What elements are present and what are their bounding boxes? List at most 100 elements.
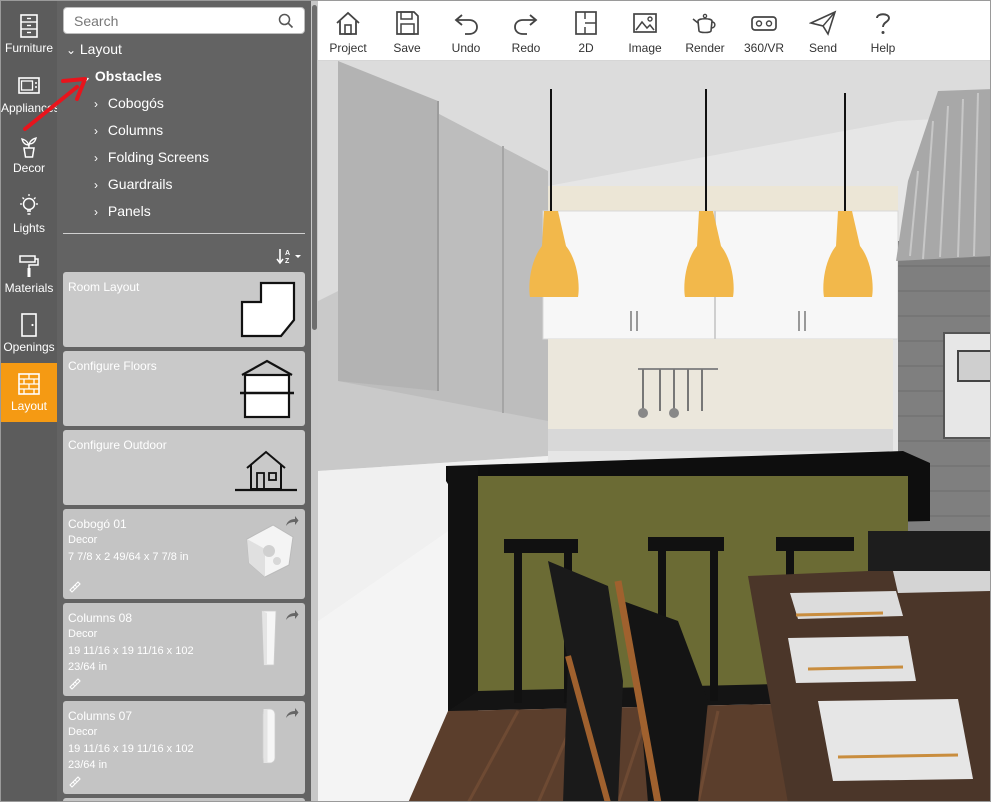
decor-plant-icon bbox=[21, 137, 37, 158]
chevron-right-icon: › bbox=[94, 205, 98, 219]
rail-label: Openings bbox=[3, 340, 55, 354]
toolbar-send-button[interactable]: Send bbox=[795, 7, 851, 57]
question-icon bbox=[876, 13, 890, 34]
toolbar-render-button[interactable]: Render bbox=[677, 7, 733, 57]
search-box[interactable] bbox=[63, 7, 305, 34]
panel-scrollbar[interactable] bbox=[311, 1, 318, 801]
card-configure-outdoor[interactable]: Configure Outdoor bbox=[63, 430, 305, 505]
paint-roller-icon bbox=[19, 255, 39, 277]
rail-item-layout[interactable]: Layout bbox=[1, 363, 57, 422]
chevron-right-icon: › bbox=[94, 97, 98, 111]
tree-item-obstacles[interactable]: ⌄ Obstacles bbox=[81, 68, 162, 84]
floorplan-2d-icon bbox=[575, 11, 597, 35]
card-columns-07[interactable]: Columns 07 Decor 19 11/16 x 19 11/16 x 1… bbox=[63, 701, 305, 794]
card-configure-floors[interactable]: Configure Floors bbox=[63, 351, 305, 426]
redo-icon bbox=[514, 14, 538, 35]
toolbar-redo-button[interactable]: Redo bbox=[498, 7, 554, 57]
tree-item-panels[interactable]: › Panels bbox=[94, 203, 151, 219]
toolbar-2d-button[interactable]: 2D bbox=[558, 7, 614, 57]
chevron-right-icon: › bbox=[94, 124, 98, 138]
cobogo-thumbnail bbox=[246, 524, 294, 578]
paper-plane-icon bbox=[809, 10, 837, 36]
card-room-layout[interactable]: Room Layout bbox=[63, 272, 305, 347]
toolbar-label: Send bbox=[808, 41, 838, 55]
rail-label: Materials bbox=[4, 281, 54, 295]
tree-label: Layout bbox=[79, 41, 122, 57]
rail-label: Layout bbox=[10, 399, 48, 413]
search-input[interactable] bbox=[74, 12, 264, 30]
share-arrow-icon[interactable] bbox=[285, 609, 299, 621]
chevron-down-icon: ⌄ bbox=[66, 43, 77, 57]
tree-item-folding-screens[interactable]: › Folding Screens bbox=[94, 149, 209, 165]
card-title: Columns 07 bbox=[68, 709, 133, 723]
image-icon bbox=[633, 13, 657, 33]
card-dimensions: 19 11/16 x 19 11/16 x 102 23/64 in bbox=[68, 743, 194, 771]
toolbar-label: Undo bbox=[451, 41, 481, 55]
ruler-icon bbox=[69, 678, 81, 690]
teapot-icon bbox=[692, 13, 716, 34]
toolbar-label: Render bbox=[685, 41, 725, 55]
home-icon bbox=[336, 11, 360, 35]
share-arrow-icon[interactable] bbox=[285, 707, 299, 719]
tree-item-guardrails[interactable]: › Guardrails bbox=[94, 176, 172, 192]
rail-item-furniture[interactable]: Furniture bbox=[1, 5, 57, 63]
toolbar-image-button[interactable]: Image bbox=[617, 7, 673, 57]
floppy-disk-icon bbox=[396, 11, 419, 35]
vr-headset-icon bbox=[751, 16, 777, 31]
tree-label: Folding Screens bbox=[107, 149, 210, 165]
rail-item-materials[interactable]: Materials bbox=[1, 245, 57, 303]
toolbar-label: Image bbox=[628, 41, 662, 55]
card-partial[interactable] bbox=[63, 798, 305, 801]
lightbulb-icon bbox=[20, 194, 38, 215]
tree-item-columns[interactable]: › Columns bbox=[94, 122, 163, 138]
ruler-icon bbox=[69, 776, 81, 788]
tree-label: Columns bbox=[107, 122, 164, 138]
svg-text:Z: Z bbox=[285, 258, 290, 265]
card-category: Decor bbox=[68, 726, 98, 738]
door-icon bbox=[21, 313, 37, 337]
rail-item-decor[interactable]: Decor bbox=[1, 125, 57, 183]
card-columns-08[interactable]: Columns 08 Decor 19 11/16 x 19 11/16 x 1… bbox=[63, 603, 305, 696]
tree-label: Cobogós bbox=[107, 95, 164, 111]
toolbar-label: Redo bbox=[511, 41, 541, 55]
rail-item-appliances[interactable]: Appliances bbox=[1, 65, 57, 123]
toolbar-label: 360/VR bbox=[743, 41, 785, 55]
card-title: Columns 08 bbox=[68, 611, 133, 625]
toolbar-undo-button[interactable]: Undo bbox=[438, 7, 494, 57]
undo-icon bbox=[454, 14, 478, 35]
card-cobogo-01[interactable]: Cobogó 01 Decor 7 7/8 x 2 49/64 x 7 7/8 … bbox=[63, 509, 305, 599]
chevron-right-icon: › bbox=[94, 151, 98, 165]
toolbar-label: 2D bbox=[578, 41, 594, 55]
toolbar-help-button[interactable]: Help bbox=[855, 7, 911, 57]
app-window: Furniture Appliances Decor Lights Materi… bbox=[0, 0, 991, 802]
rail-label: Appliances bbox=[1, 101, 57, 115]
card-category: Decor bbox=[68, 534, 98, 546]
card-title: Cobogó 01 bbox=[68, 517, 127, 531]
divider bbox=[63, 233, 305, 234]
kitchen-scene bbox=[318, 61, 990, 801]
card-title: Room Layout bbox=[68, 280, 140, 294]
ruler-icon bbox=[69, 581, 81, 593]
rail-item-lights[interactable]: Lights bbox=[1, 185, 57, 243]
top-toolbar: Project Save Undo Redo 2D Image Render 3… bbox=[318, 1, 990, 61]
sort-az-icon[interactable]: A Z bbox=[275, 246, 303, 266]
card-title: Configure Floors bbox=[68, 359, 157, 373]
floors-house-icon bbox=[240, 359, 294, 419]
3d-viewport[interactable] bbox=[318, 61, 990, 801]
toolbar-label: Help bbox=[870, 41, 896, 55]
toolbar-save-button[interactable]: Save bbox=[379, 7, 435, 57]
rail-item-openings[interactable]: Openings bbox=[1, 304, 57, 362]
scrollbar-thumb[interactable] bbox=[312, 5, 317, 330]
tree-label: Guardrails bbox=[107, 176, 173, 192]
tree-label: Panels bbox=[107, 203, 151, 219]
svg-text:A: A bbox=[285, 250, 290, 257]
card-dimensions: 19 11/16 x 19 11/16 x 102 23/64 in bbox=[68, 645, 194, 673]
toolbar-project-button[interactable]: Project bbox=[320, 7, 376, 57]
tree-item-layout[interactable]: ⌄ Layout bbox=[66, 41, 122, 57]
tree-item-cobogos[interactable]: › Cobogós bbox=[94, 95, 164, 111]
search-icon[interactable] bbox=[278, 13, 294, 29]
round-column-thumbnail bbox=[262, 708, 276, 764]
room-layout-icon bbox=[240, 281, 296, 338]
toolbar-360vr-button[interactable]: 360/VR bbox=[736, 7, 792, 57]
column-thumbnail bbox=[261, 610, 277, 666]
